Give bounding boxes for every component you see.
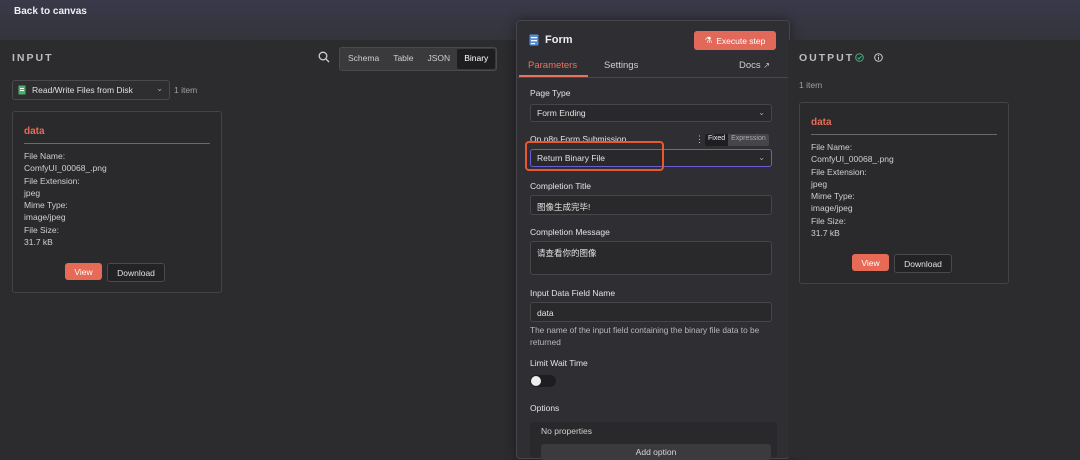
input-binary-card: data File Name: ComfyUI_00068_.png File … <box>12 111 222 293</box>
form-node-panel: Form ⚗ Execute step Parameters Settings … <box>516 20 790 460</box>
check-circle-icon <box>855 53 864 62</box>
external-link-icon: ↗ <box>763 61 770 70</box>
tab-binary[interactable]: Binary <box>457 49 496 69</box>
info-icon[interactable] <box>874 53 883 62</box>
input-item-count: 1 item <box>174 85 198 95</box>
input-field-name-label: Input Data Field Name <box>530 288 616 298</box>
flask-icon: ⚗ <box>704 35 713 45</box>
file-meta: File Name: ComfyUI_00068_.png File Exten… <box>24 151 107 248</box>
output-binary-card: data File Name: ComfyUI_00068_.png File … <box>799 102 1009 284</box>
page-type-value: Form Ending <box>537 108 586 118</box>
completion-message-textarea[interactable]: 请查看你的图像 <box>530 241 772 275</box>
fixed-option[interactable]: Fixed <box>705 134 729 146</box>
docs-link[interactable]: Docs ↗ <box>739 60 770 71</box>
view-button[interactable]: View <box>65 263 102 280</box>
tab-settings[interactable]: Settings <box>604 60 638 71</box>
toggle-knob <box>531 376 541 386</box>
file-meta: File Name: ComfyUI_00068_.png File Exten… <box>811 142 894 239</box>
no-properties-text: No properties <box>541 426 593 436</box>
input-field-help: The name of the input field containing t… <box>530 325 760 347</box>
card-title: data <box>811 117 832 128</box>
chevron-down-icon: ⌄ <box>156 84 163 93</box>
expression-option[interactable]: Expression <box>728 134 769 146</box>
form-icon <box>529 34 539 46</box>
limit-wait-toggle[interactable] <box>530 375 556 387</box>
completion-title-input[interactable]: 图像生成完毕! <box>530 195 772 215</box>
tab-parameters[interactable]: Parameters <box>528 60 577 71</box>
view-tabs: Schema Table JSON Binary <box>339 47 498 71</box>
tabs-divider <box>517 77 789 78</box>
highlight-annotation <box>525 141 664 171</box>
tab-schema[interactable]: Schema <box>341 49 386 69</box>
view-button[interactable]: View <box>852 254 889 271</box>
input-field-name-input[interactable]: data <box>530 302 772 322</box>
back-to-canvas-link[interactable]: Back to canvas <box>14 6 87 17</box>
execute-step-button[interactable]: ⚗ Execute step <box>694 31 776 50</box>
page-type-label: Page Type <box>530 88 571 98</box>
tab-json[interactable]: JSON <box>421 49 458 69</box>
docs-label: Docs <box>739 60 761 71</box>
options-label: Options <box>530 403 560 413</box>
completion-message-label: Completion Message <box>530 227 610 237</box>
add-option-button[interactable]: Add option <box>541 444 771 460</box>
card-divider <box>24 143 210 144</box>
chevron-down-icon: ⌄ <box>758 153 765 162</box>
tab-table[interactable]: Table <box>386 49 420 69</box>
page-type-select[interactable]: Form Ending ⌄ <box>530 104 772 122</box>
search-icon[interactable] <box>318 51 330 63</box>
form-title: Form <box>545 34 573 46</box>
input-node-select[interactable]: Read/Write Files from Disk ⌄ <box>12 80 170 100</box>
limit-wait-label: Limit Wait Time <box>530 358 588 368</box>
input-title: INPUT <box>12 52 54 64</box>
download-button[interactable]: Download <box>107 263 165 282</box>
completion-title-label: Completion Title <box>530 181 591 191</box>
more-icon[interactable]: ⋮ <box>695 134 704 145</box>
download-button[interactable]: Download <box>894 254 952 273</box>
output-item-count: 1 item <box>799 80 823 90</box>
card-title: data <box>24 126 45 137</box>
execute-step-label: Execute step <box>716 35 766 46</box>
output-title: OUTPUT <box>799 52 855 64</box>
card-divider <box>811 134 997 135</box>
input-node-select-label: Read/Write Files from Disk <box>32 85 133 95</box>
file-icon <box>18 85 26 95</box>
chevron-down-icon: ⌄ <box>758 108 765 117</box>
fixed-expression-toggle[interactable]: Fixed Expression <box>705 134 769 146</box>
options-box: No properties Add option <box>530 422 777 460</box>
